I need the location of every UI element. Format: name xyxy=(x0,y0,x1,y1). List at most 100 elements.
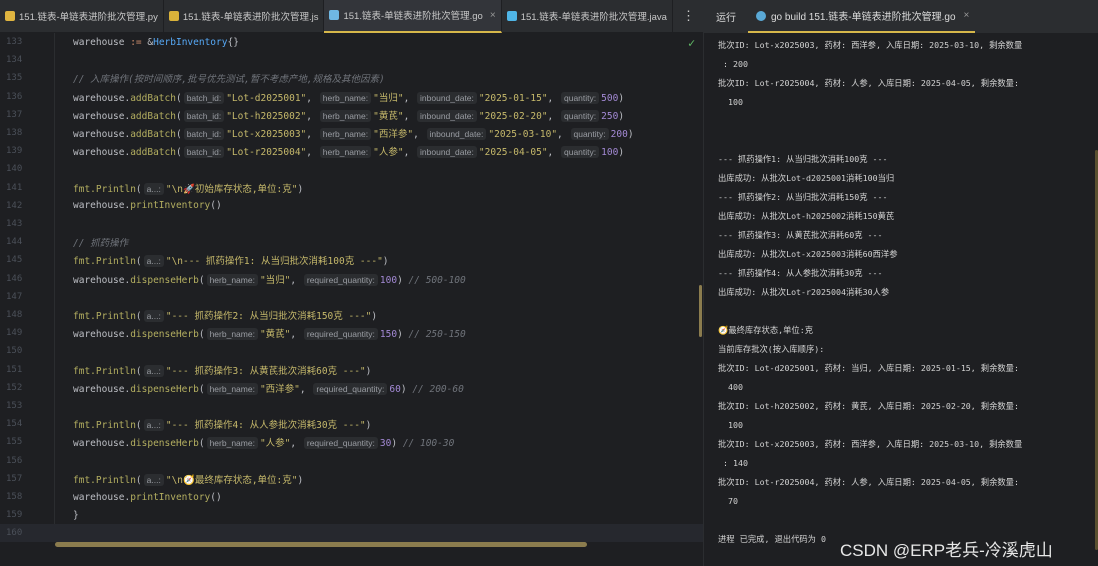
code-line[interactable]: 157 fmt.Println(a...: "\n🧭最终库存状态,单位:克") xyxy=(0,470,703,488)
tab-java[interactable]: 151.链表-单链表进阶批次管理.java xyxy=(502,0,673,33)
code-token: , xyxy=(547,147,559,159)
line-number: 143 xyxy=(6,219,23,229)
more-tabs-button[interactable]: ⋮ xyxy=(682,8,695,24)
python-icon xyxy=(5,11,15,21)
code-line[interactable]: 143 xyxy=(0,215,703,233)
console-line: 出库成功: 从批次Lot-d2025001消耗100当归 xyxy=(718,173,895,183)
console-line: 100 xyxy=(718,97,743,107)
code-line[interactable]: 137 warehouse.addBatch(batch_id: "Lot-h202… xyxy=(0,106,703,124)
parameter-hint: herb_name: xyxy=(206,382,258,395)
code-line[interactable]: 152 warehouse.dispenseHerb(herb_name: "西洋参… xyxy=(0,379,703,397)
code-token: dispenseHerb xyxy=(130,274,199,286)
code-line[interactable]: 150 xyxy=(0,342,703,360)
code-token: , xyxy=(403,147,416,159)
line-number: 158 xyxy=(6,492,23,502)
code-token: 100 xyxy=(601,147,619,159)
code-text: warehouse.addBatch(batch_id: "Lot-d202500… xyxy=(46,90,624,104)
code-line[interactable]: 141 fmt.Println(a...: "\n🚀初始库存状态,单位:克") xyxy=(0,179,703,197)
code-line[interactable]: 160 xyxy=(0,524,703,543)
code-line[interactable]: 149 warehouse.dispenseHerb(herb_name: "黄芪"… xyxy=(0,324,703,342)
code-text: fmt.Println(a...: "--- 抓药操作2: 从当归批次消耗150克… xyxy=(46,308,377,322)
console-line: 批次ID: Lot-x2025003, 药材: 西洋参, 入库日期: 2025-… xyxy=(718,439,1023,449)
horizontal-scrollbar[interactable] xyxy=(55,542,587,547)
parameter-hint: inbound_date: xyxy=(417,146,477,159)
code-token: "\n--- 抓药操作1: 从当归批次消耗100克 ---" xyxy=(165,256,383,268)
code-line[interactable]: 158 warehouse.printInventory() xyxy=(0,488,703,506)
code-token: ) xyxy=(397,274,409,286)
code-token: ( xyxy=(135,474,142,486)
code-line[interactable]: 151 fmt.Println(a...: "--- 抓药操作3: 从黄芪批次消耗6… xyxy=(0,361,703,379)
code-token: ( xyxy=(198,329,205,341)
code-token: ) xyxy=(297,183,304,195)
run-tab-go-build[interactable]: go build 151.链表-单链表进阶批次管理.go × xyxy=(748,0,976,33)
code-token: warehouse. xyxy=(73,274,131,286)
tab-label: 151.链表-单链表进阶批次管理.js xyxy=(182,12,319,23)
code-text: warehouse.printInventory() xyxy=(46,200,222,211)
code-token: "黄芪" xyxy=(373,110,404,122)
code-token: warehouse. xyxy=(73,110,131,122)
code-line[interactable]: 140 xyxy=(0,160,703,178)
code-token: ( xyxy=(135,256,142,268)
code-editor[interactable]: 133 warehouse := &HerbInventory{} 134 135 //… xyxy=(0,33,703,566)
parameter-hint: quantity: xyxy=(561,146,600,159)
code-token: ( xyxy=(175,92,182,104)
code-line[interactable]: 133 warehouse := &HerbInventory{} xyxy=(0,33,703,51)
code-token: , xyxy=(557,129,569,140)
tab-label: 151.链表-单链表进阶批次管理.py xyxy=(19,12,158,23)
code-token: "Lot-x2025003" xyxy=(226,129,307,140)
code-token: ) xyxy=(627,129,634,140)
code-token: warehouse. xyxy=(73,92,131,104)
console-line: 出库成功: 从批次Lot-r2025004消耗30人参 xyxy=(718,287,890,297)
code-token: ) xyxy=(400,383,413,395)
line-number: 147 xyxy=(6,291,23,302)
close-icon[interactable]: × xyxy=(490,10,496,21)
code-line[interactable]: 135 // 入库操作(按时间顺序,批号优先测试,暂不考虑产地,规格及其他因素) xyxy=(0,69,703,87)
code-token: ( xyxy=(175,110,182,122)
code-line[interactable]: 147 xyxy=(0,288,703,306)
code-line[interactable]: 159} xyxy=(0,506,703,524)
tab-go[interactable]: 151.链表-单链表进阶批次管理.go × xyxy=(324,0,502,33)
code-token: ( xyxy=(198,274,205,286)
editor-tab-bar: 151.链表-单链表进阶批次管理.py 151.链表-单链表进阶批次管理.js 15… xyxy=(0,0,703,33)
code-line[interactable]: 148 fmt.Println(a...: "--- 抓药操作2: 从当归批次消耗1… xyxy=(0,306,703,324)
code-line[interactable]: 142 warehouse.printInventory() xyxy=(0,197,703,215)
line-number: 152 xyxy=(6,382,23,393)
code-line[interactable]: 154 fmt.Println(a...: "--- 抓药操作4: 从人参批次消耗3… xyxy=(0,415,703,433)
code-token: addBatch xyxy=(130,129,176,140)
parameter-hint: batch_id: xyxy=(183,128,225,140)
close-icon[interactable]: × xyxy=(964,10,970,21)
code-token: printInventory xyxy=(130,200,211,212)
console-line: 批次ID: Lot-x2025003, 药材: 西洋参, 入库日期: 2025-… xyxy=(718,40,1023,50)
code-token: addBatch xyxy=(130,92,176,104)
code-token: , xyxy=(403,92,416,104)
code-line[interactable]: 144 // 抓药操作 xyxy=(0,233,703,251)
parameter-hint: quantity: xyxy=(561,91,600,104)
tab-python[interactable]: 151.链表-单链表进阶批次管理.py xyxy=(0,0,164,33)
tab-js[interactable]: 151.链表-单链表进阶批次管理.js xyxy=(164,0,325,33)
code-token: 100 xyxy=(379,274,398,286)
code-line[interactable]: 153 xyxy=(0,397,703,415)
console-line: 当前库存批次(按入库顺序): xyxy=(718,344,825,354)
code-token: dispenseHerb xyxy=(130,438,199,450)
code-line[interactable]: 156 xyxy=(0,452,703,470)
console-line: 70 xyxy=(718,496,738,506)
no-problems-check-icon[interactable]: ✓ xyxy=(688,36,695,50)
code-text: warehouse.dispenseHerb(herb_name: "黄芪", r… xyxy=(46,326,466,341)
code-line[interactable]: 138 warehouse.addBatch(batch_id: "Lot-x202… xyxy=(0,124,703,142)
code-token: "2025-02-20" xyxy=(478,110,548,122)
console-line: 批次ID: Lot-r2025004, 药材: 人参, 入库日期: 2025-0… xyxy=(718,78,1019,88)
code-line[interactable]: 139 warehouse.addBatch(batch_id: "Lot-r202… xyxy=(0,142,703,160)
code-line[interactable]: 134 xyxy=(0,51,703,69)
code-token: warehouse. xyxy=(73,383,131,395)
code-line[interactable]: 136 warehouse.addBatch(batch_id: "Lot-d202… xyxy=(0,88,703,106)
code-token: addBatch xyxy=(130,147,176,159)
code-line[interactable]: 146 warehouse.dispenseHerb(herb_name: "当归"… xyxy=(0,270,703,288)
code-line[interactable]: 145 fmt.Println(a...: "\n--- 抓药操作1: 从当归批次消… xyxy=(0,251,703,269)
code-token: "当归" xyxy=(373,92,404,104)
code-token: ( xyxy=(175,147,182,159)
editor-vertical-scrollbar[interactable] xyxy=(699,285,702,337)
code-token: "Lot-r2025004" xyxy=(226,147,307,159)
code-line[interactable]: 155 warehouse.dispenseHerb(herb_name: "人参"… xyxy=(0,433,703,451)
